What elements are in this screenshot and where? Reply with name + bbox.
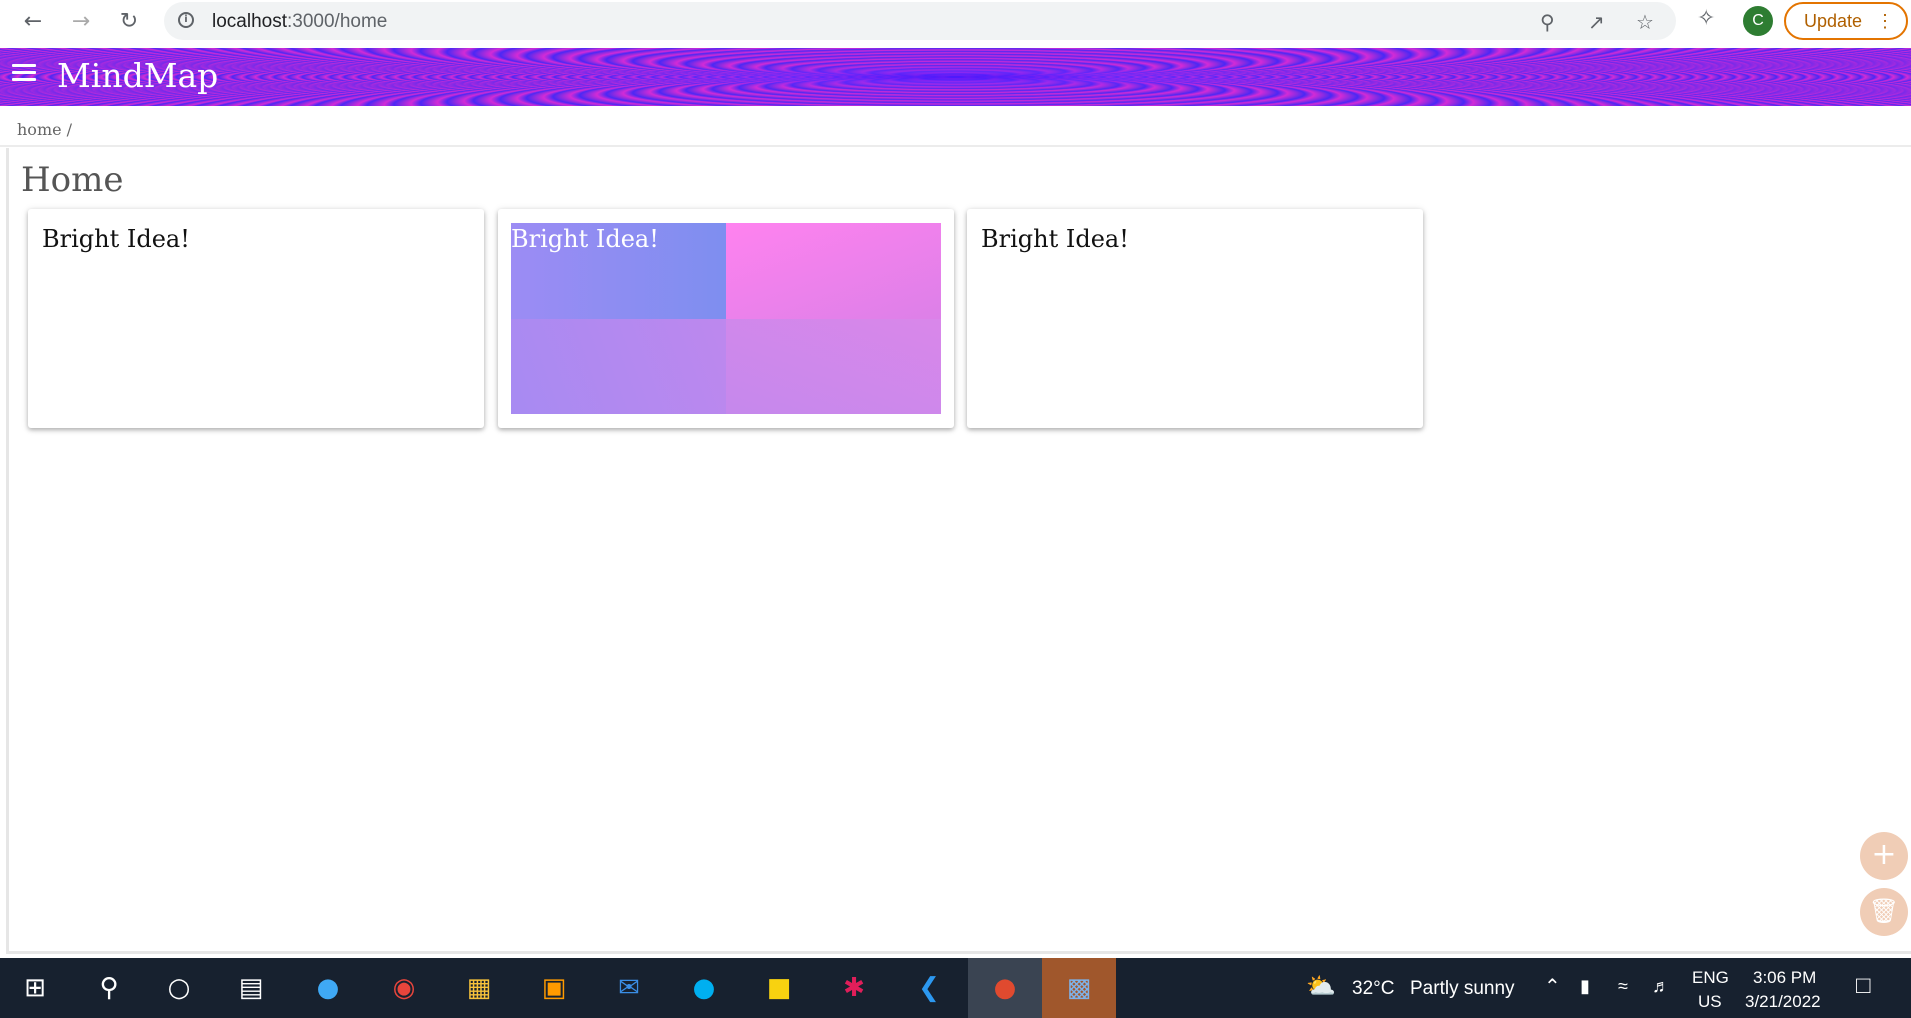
language-line1[interactable]: ENG [1692, 968, 1729, 988]
bookmark-star-icon[interactable]: ☆ [1636, 10, 1654, 34]
remote-desktop-icon[interactable]: ▩ [1042, 958, 1116, 1018]
mail-icon[interactable]: ✉ [598, 958, 660, 1018]
slack-icon[interactable]: ✱ [823, 958, 885, 1018]
idea-card-gradient[interactable]: Bright Idea! [498, 209, 954, 428]
page-title: Home [21, 160, 124, 200]
hamburger-menu-icon[interactable] [12, 64, 36, 88]
divider [0, 145, 1911, 147]
address-bar[interactable]: i localhost:3000/home ⚲ ↗ ☆ [164, 2, 1676, 40]
skype-icon[interactable]: ● [673, 958, 735, 1018]
update-button[interactable]: Update ⋮ [1784, 2, 1908, 40]
app-icon-active[interactable]: ● [968, 958, 1042, 1018]
idea-card[interactable]: Bright Idea! [967, 209, 1423, 428]
windows-start-icon[interactable]: ⊞ [4, 958, 66, 1018]
add-button[interactable]: + [1860, 832, 1908, 880]
edge-icon[interactable]: ● [297, 958, 359, 1018]
chrome-icon[interactable]: ◉ [373, 958, 435, 1018]
reload-icon[interactable]: ↻ [108, 0, 150, 42]
back-icon[interactable]: ← [12, 0, 54, 42]
plus-icon: + [1871, 837, 1897, 872]
url-path: :3000/home [287, 11, 388, 32]
card-title: Bright Idea! [42, 225, 190, 253]
app-bar: MindMap [0, 48, 1911, 106]
weather-icon[interactable]: ⛅ [1306, 972, 1336, 1001]
url-text[interactable]: localhost:3000/home [212, 11, 387, 33]
delete-button[interactable]: 🗑 [1860, 888, 1908, 936]
profile-avatar[interactable]: C [1743, 6, 1773, 36]
chevron-up-icon[interactable]: ⌃ [1544, 974, 1561, 999]
share-icon[interactable]: ↗ [1588, 10, 1605, 34]
windows-taskbar: ⊞ ⚲ ○ ▤ ● ◉ ▦ ▣ ✉ ● ■ ✱ ❮ ● ▩ ⛅ 32°C Par… [0, 958, 1911, 1018]
zoom-icon[interactable]: ⚲ [1540, 10, 1555, 34]
clock-time[interactable]: 3:06 PM [1753, 968, 1816, 988]
vscode-icon[interactable]: ❮ [898, 958, 960, 1018]
volume-icon[interactable]: ♬ [1652, 976, 1670, 997]
browser-toolbar: ← → ↻ i localhost:3000/home ⚲ ↗ ☆ ✧ C Up… [0, 0, 1911, 42]
sticky-notes-icon[interactable]: ■ [748, 958, 810, 1018]
idea-card[interactable]: Bright Idea! [28, 209, 484, 428]
language-line2[interactable]: US [1698, 992, 1722, 1012]
card-title: Bright Idea! [981, 225, 1129, 253]
cortana-icon[interactable]: ○ [148, 958, 210, 1018]
store-icon[interactable]: ▣ [523, 958, 585, 1018]
weather-text[interactable]: Partly sunny [1410, 978, 1515, 1000]
weather-temp[interactable]: 32°C [1352, 978, 1394, 1000]
url-host: localhost [212, 11, 287, 32]
site-info-icon[interactable]: i [178, 12, 194, 28]
kebab-menu-icon[interactable]: ⋮ [1876, 4, 1894, 38]
task-view-icon[interactable]: ▤ [220, 958, 282, 1018]
wifi-icon[interactable]: ≈ [1618, 976, 1628, 997]
clock-date[interactable]: 3/21/2022 [1745, 992, 1821, 1012]
trash-icon: 🗑 [1868, 897, 1900, 925]
battery-icon[interactable]: ▮ [1580, 976, 1590, 997]
card-title: Bright Idea! [511, 225, 659, 253]
forward-icon[interactable]: → [60, 0, 102, 42]
search-icon[interactable]: ⚲ [78, 958, 140, 1018]
breadcrumb[interactable]: home / [17, 120, 72, 139]
app-title: MindMap [57, 56, 219, 95]
update-label: Update [1804, 11, 1863, 31]
notification-icon[interactable]: □ [1856, 972, 1871, 1000]
file-explorer-icon[interactable]: ▦ [448, 958, 510, 1018]
extensions-puzzle-icon[interactable]: ✧ [1697, 6, 1715, 31]
